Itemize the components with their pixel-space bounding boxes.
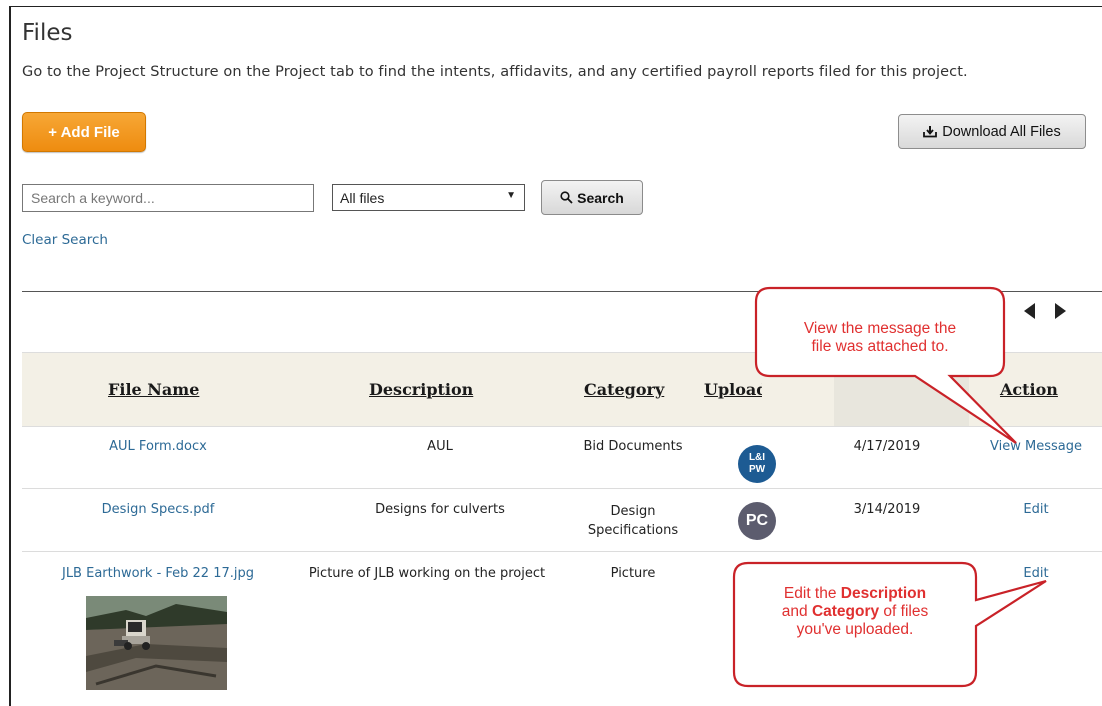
- callout-edit-bold-description: Description: [840, 585, 927, 602]
- clear-search-link[interactable]: Clear Search: [22, 232, 108, 248]
- add-file-button[interactable]: + Add File: [22, 112, 146, 152]
- pagination-arrows: [1024, 303, 1066, 319]
- column-header-file-name[interactable]: File Name: [108, 380, 199, 399]
- dropdown-caret-icon: ▼: [506, 190, 516, 201]
- search-input[interactable]: [22, 184, 314, 212]
- download-all-label: Download All Files: [942, 123, 1061, 140]
- section-divider: [22, 291, 1102, 292]
- file-category: Picture: [610, 566, 656, 581]
- avatar: L&I PW: [738, 445, 776, 483]
- triangle-right-icon[interactable]: [1055, 303, 1066, 319]
- file-name-link[interactable]: Design Specs.pdf: [22, 502, 294, 517]
- file-description: Designs for culverts: [375, 502, 505, 517]
- callout-edit-line3: you've uploaded.: [796, 621, 914, 638]
- callout-edit: Edit the Description and Category of fil…: [734, 585, 976, 639]
- callout-edit-pre2: and: [781, 603, 812, 620]
- file-name-link[interactable]: AUL Form.docx: [22, 439, 294, 454]
- callout-view-message: View the message the file was attached t…: [756, 320, 1004, 356]
- callout-edit-post2: of files: [879, 603, 929, 620]
- file-description: AUL: [427, 439, 453, 454]
- row-divider: [22, 488, 1102, 489]
- search-button[interactable]: Search: [541, 180, 643, 215]
- download-tray-icon: [923, 126, 938, 138]
- file-date: 4/17/2019: [853, 439, 921, 454]
- file-category-line1: Design: [610, 504, 656, 519]
- sorted-column-shade: [834, 353, 969, 426]
- callout-view-message-line1: View the message the: [803, 320, 957, 337]
- file-filter-selected: All files: [340, 189, 385, 206]
- intro-text: Go to the Project Structure on the Proje…: [22, 64, 968, 80]
- frame-top-border: [9, 6, 1102, 7]
- page-title: Files: [22, 20, 73, 46]
- triangle-left-icon[interactable]: [1024, 303, 1035, 319]
- edit-link[interactable]: Edit: [982, 566, 1090, 581]
- column-header-description[interactable]: Description: [369, 380, 473, 399]
- avatar-initials-line1: L&I: [748, 452, 766, 463]
- view-message-link[interactable]: View Message: [982, 439, 1090, 454]
- callout-edit-pre1: Edit the: [783, 585, 841, 602]
- edit-link[interactable]: Edit: [982, 502, 1090, 517]
- file-name-link[interactable]: JLB Earthwork - Feb 22 17.jpg: [22, 566, 294, 581]
- column-header-action[interactable]: Action: [1000, 380, 1058, 399]
- avatar: PC: [738, 502, 776, 540]
- file-filter-select[interactable]: All files ▼: [332, 184, 525, 211]
- file-date: 3/14/2019: [853, 502, 921, 517]
- earthwork-photo: [86, 596, 227, 690]
- file-category: Bid Documents: [583, 439, 683, 454]
- avatar-initials: PC: [745, 512, 769, 529]
- column-header-uploaded-by[interactable]: Uploaded by: [704, 380, 762, 399]
- avatar-initials-line2: PW: [748, 464, 766, 475]
- magnifier-icon: [560, 191, 573, 204]
- file-category-line2: Specifications: [587, 523, 679, 538]
- download-all-files-button[interactable]: Download All Files: [898, 114, 1086, 149]
- row-divider: [22, 551, 1102, 552]
- callout-view-message-line2: file was attached to.: [811, 338, 949, 355]
- file-category: Design Specifications: [568, 502, 698, 540]
- frame-left-border: [9, 6, 11, 706]
- file-thumbnail-image[interactable]: [86, 596, 227, 690]
- file-description: Picture of JLB working on the project: [308, 566, 546, 581]
- callout-edit-bold-category: Category: [811, 603, 880, 620]
- search-button-label: Search: [577, 189, 624, 206]
- column-header-category[interactable]: Category: [584, 380, 664, 399]
